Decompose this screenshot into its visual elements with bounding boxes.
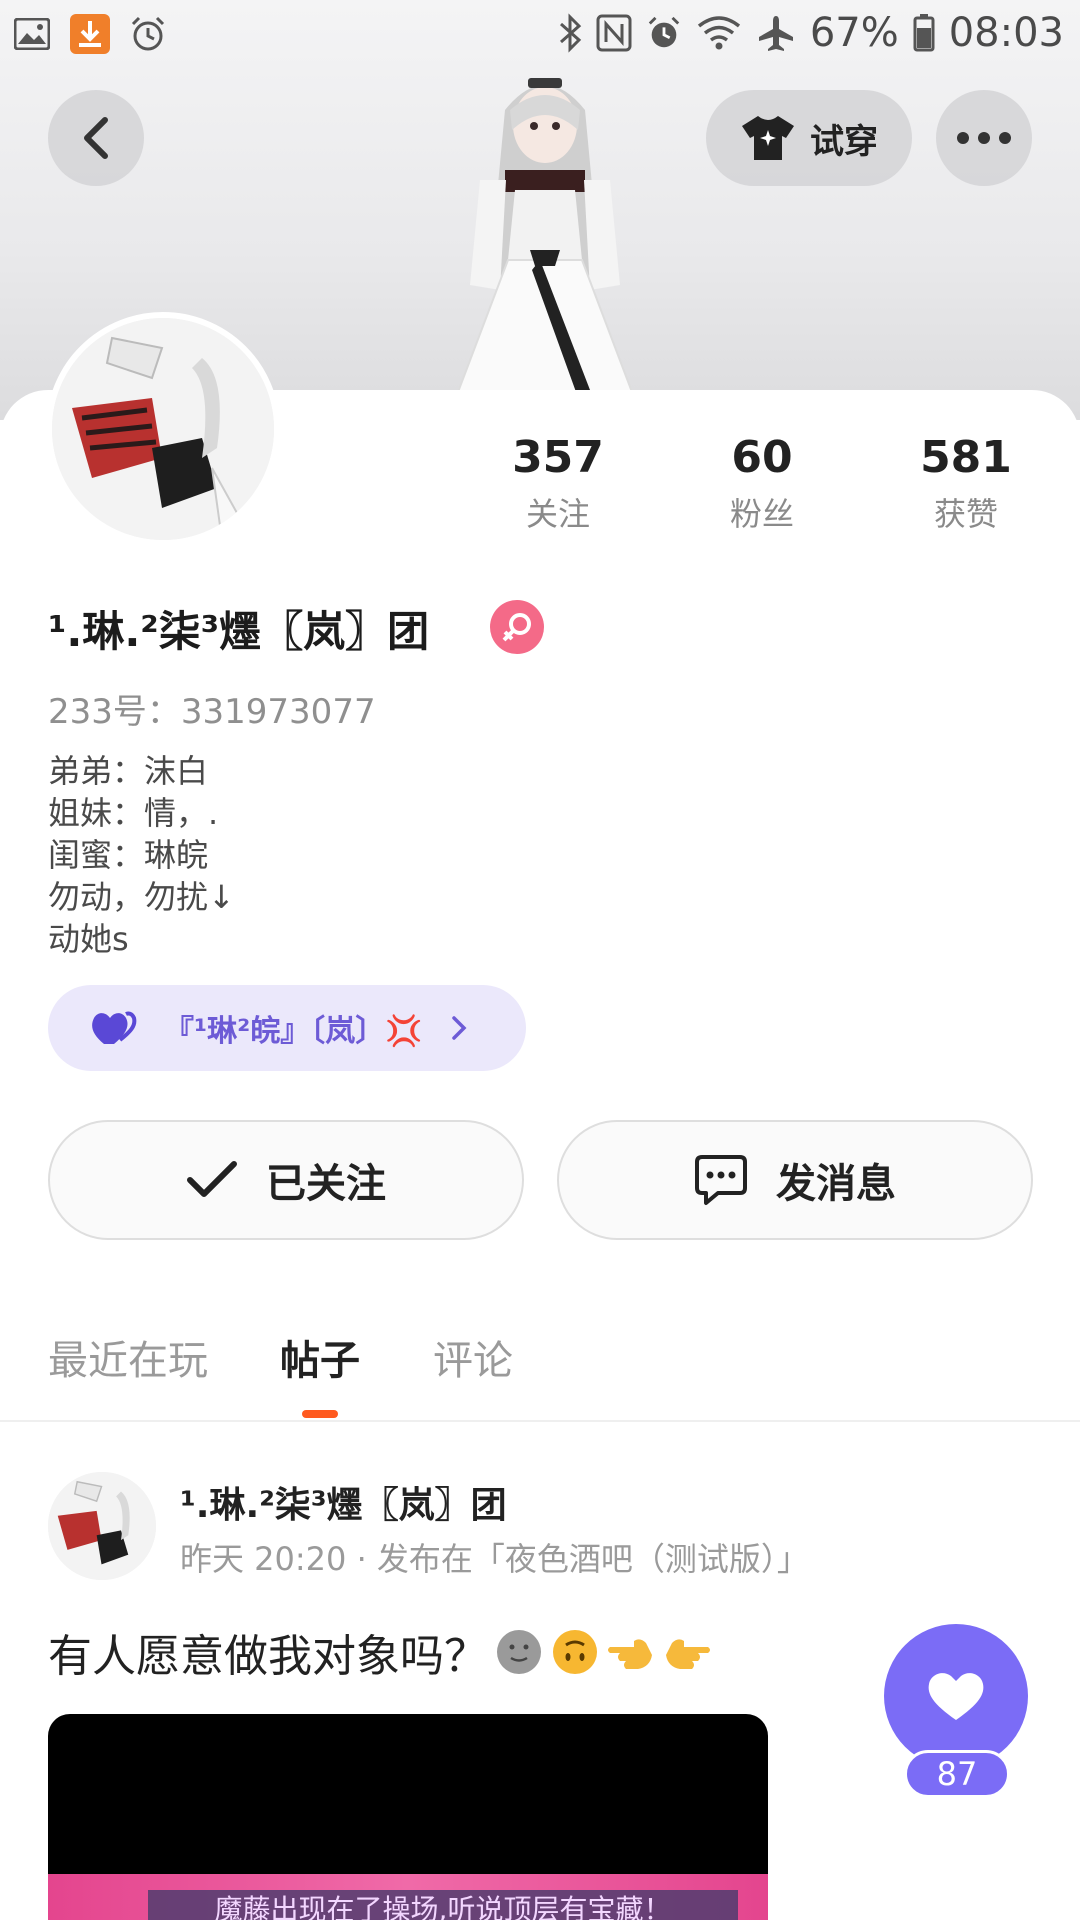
wifi-icon: [696, 14, 742, 52]
profile-bio: 弟弟：沫白 姐妹：情，. 闺蜜：琳皖 勿动，勿扰↓ 动她s: [48, 750, 235, 960]
more-dots-icon: [957, 132, 1011, 144]
clock: 08:03: [948, 10, 1064, 56]
tryon-label: 试穿: [810, 121, 878, 162]
avatar-image: [52, 318, 274, 540]
back-button[interactable]: [48, 90, 144, 186]
gallery-icon: [12, 14, 52, 54]
heart-icon: [928, 1673, 984, 1720]
chevron-left-icon: [84, 117, 108, 159]
video-caption: 魔藤出现在了操场,听说顶层有宝藏！: [148, 1890, 738, 1920]
double-heart-icon: [92, 1011, 137, 1044]
battery-percent: 67%: [809, 10, 899, 56]
checkmark-icon: [187, 1161, 237, 1197]
download-icon: [70, 14, 110, 54]
bluetooth-icon: [558, 13, 582, 53]
bio-line: 弟弟：沫白: [48, 752, 209, 790]
send-message-button[interactable]: 发消息: [557, 1120, 1033, 1240]
post-text-content: 有人愿意做我对象吗？: [48, 1631, 488, 1682]
post-meta: 昨天 20:20 · 发布在「夜色酒吧（测试版）」: [180, 1540, 809, 1578]
profile-nickname: ¹.琳.²柒³爅〖岚〗团: [48, 607, 430, 656]
fans-label: 粉丝: [729, 495, 794, 533]
post-author-name[interactable]: ¹.琳.²柒³爅〖岚〗团: [180, 1476, 507, 1528]
tabs-divider: [0, 1420, 1080, 1422]
alarm-status-icon: [646, 14, 682, 52]
stat-following[interactable]: 357 关注: [473, 432, 643, 535]
post-video[interactable]: 魔藤出现在了操场,听说顶层有宝藏！: [48, 1714, 768, 1920]
followed-label: 已关注: [266, 1161, 386, 1207]
bio-line: 闺蜜：琳皖: [48, 836, 209, 874]
avatar[interactable]: [46, 312, 280, 546]
tryon-button[interactable]: 试穿: [706, 90, 912, 186]
nfc-icon: [596, 14, 632, 52]
upside-down-face-emoji-icon: [553, 1630, 597, 1674]
post-text[interactable]: 有人愿意做我对象吗？: [48, 1620, 712, 1684]
post-avatar-image: [48, 1472, 156, 1580]
likes-label: 获赞: [933, 495, 998, 533]
bio-line: 勿动，勿扰↓: [48, 878, 235, 916]
status-bar: 67% 08:03: [0, 0, 1080, 72]
following-count: 357: [512, 432, 604, 483]
airplane-icon: [756, 13, 796, 53]
like-button[interactable]: [884, 1624, 1028, 1768]
send-message-label: 发消息: [776, 1161, 896, 1207]
tab-recently-played[interactable]: 最近在玩: [48, 1328, 208, 1386]
active-tab-indicator: [302, 1410, 338, 1418]
bio-line: 姐妹：情，.: [48, 794, 219, 832]
moon-face-emoji-icon: [497, 1630, 541, 1674]
tab-posts[interactable]: 帖子: [280, 1328, 360, 1386]
pointing-left-hand-emoji-icon: [608, 1639, 652, 1669]
following-label: 关注: [525, 495, 590, 533]
relationship-chip-label: 『¹琳²皖』〔岚〕💢: [164, 1014, 423, 1049]
chat-bubble-icon: [695, 1155, 747, 1205]
avatar-character-illustration: [453, 78, 637, 400]
tab-comments[interactable]: 评论: [433, 1328, 513, 1386]
female-gender-icon: [490, 600, 544, 654]
likes-count: 581: [920, 432, 1012, 483]
fans-count: 60: [731, 432, 793, 483]
more-button[interactable]: [936, 90, 1032, 186]
stat-fans[interactable]: 60 粉丝: [677, 432, 847, 535]
relationship-chip[interactable]: 『¹琳²皖』〔岚〕💢: [48, 985, 526, 1071]
stat-likes[interactable]: 581 获赞: [881, 432, 1051, 535]
followed-button[interactable]: 已关注: [48, 1120, 524, 1240]
tshirt-icon: [742, 116, 794, 160]
chevron-right-icon: [451, 1016, 467, 1040]
battery-icon: [913, 14, 935, 52]
alarm-icon: [128, 14, 168, 54]
bio-line: 动她s: [48, 920, 129, 958]
post-author-avatar[interactable]: [48, 1472, 156, 1580]
user-id: 233号：331973077: [48, 692, 376, 732]
pointing-right-hand-emoji-icon: [666, 1639, 710, 1669]
like-count: 87: [904, 1750, 1010, 1798]
